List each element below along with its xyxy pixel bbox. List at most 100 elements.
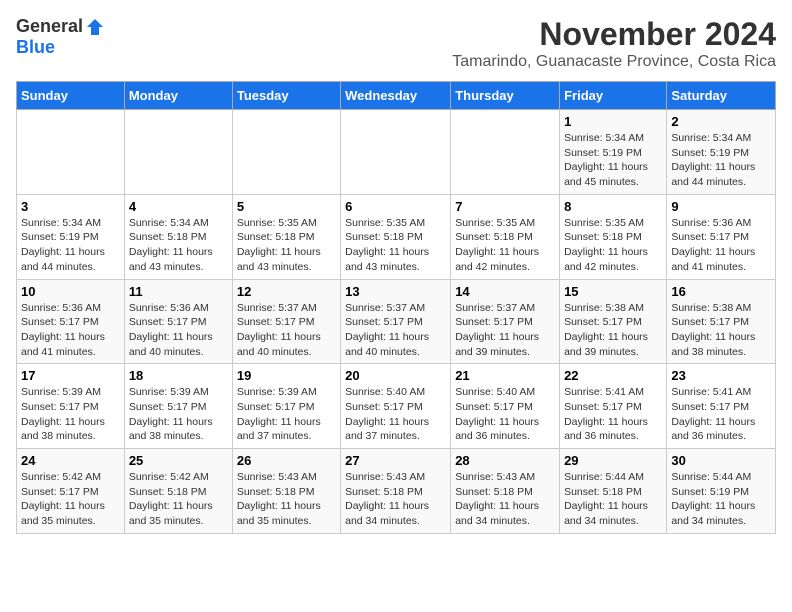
calendar-table: SundayMondayTuesdayWednesdayThursdayFrid… bbox=[16, 81, 776, 534]
day-header-monday: Monday bbox=[124, 82, 232, 110]
day-number: 9 bbox=[671, 199, 771, 214]
day-number: 4 bbox=[129, 199, 228, 214]
calendar-cell: 27 Sunrise: 5:43 AM Sunset: 5:18 PM Dayli… bbox=[341, 449, 451, 534]
day-number: 1 bbox=[564, 114, 662, 129]
day-number: 26 bbox=[237, 453, 336, 468]
day-number: 19 bbox=[237, 368, 336, 383]
day-header-saturday: Saturday bbox=[667, 82, 776, 110]
day-header-thursday: Thursday bbox=[451, 82, 560, 110]
day-info: Sunrise: 5:35 AM Sunset: 5:18 PM Dayligh… bbox=[564, 216, 662, 275]
calendar-cell: 9Sunrise: 5:36 AM Sunset: 5:17 PM Daylig… bbox=[667, 194, 776, 279]
calendar-cell: 2 Sunrise: 5:34 AM Sunset: 5:19 PM Daylig… bbox=[667, 110, 776, 195]
calendar-week-row: 10 Sunrise: 5:36 AM Sunset: 5:17 PM Dayli… bbox=[17, 279, 776, 364]
day-number: 29 bbox=[564, 453, 662, 468]
day-info: Sunrise: 5:38 AM Sunset: 5:17 PM Dayligh… bbox=[671, 301, 771, 360]
calendar-body: 1 Sunrise: 5:34 AM Sunset: 5:19 PM Daylig… bbox=[17, 110, 776, 534]
calendar-cell: 11Sunrise: 5:36 AM Sunset: 5:17 PM Dayli… bbox=[124, 279, 232, 364]
day-info: Sunrise: 5:34 AM Sunset: 5:19 PM Dayligh… bbox=[671, 131, 771, 190]
day-info: Sunrise: 5:35 AM Sunset: 5:18 PM Dayligh… bbox=[455, 216, 555, 275]
header: General Blue November 2024 Tamarindo, Gu… bbox=[16, 16, 776, 71]
calendar-cell: 22 Sunrise: 5:41 AM Sunset: 5:17 PM Dayli… bbox=[560, 364, 667, 449]
day-header-sunday: Sunday bbox=[17, 82, 125, 110]
day-number: 25 bbox=[129, 453, 228, 468]
calendar-cell: 20 Sunrise: 5:40 AM Sunset: 5:17 PM Dayli… bbox=[341, 364, 451, 449]
calendar-week-row: 24Sunrise: 5:42 AM Sunset: 5:17 PM Dayli… bbox=[17, 449, 776, 534]
day-info: Sunrise: 5:42 AM Sunset: 5:18 PM Dayligh… bbox=[129, 470, 228, 529]
day-number: 20 bbox=[345, 368, 446, 383]
calendar-cell: 18 Sunrise: 5:39 AM Sunset: 5:17 PM Dayli… bbox=[124, 364, 232, 449]
calendar-cell: 25 Sunrise: 5:42 AM Sunset: 5:18 PM Dayli… bbox=[124, 449, 232, 534]
month-title: November 2024 bbox=[452, 16, 776, 53]
day-number: 11 bbox=[129, 284, 228, 299]
title-section: November 2024 Tamarindo, Guanacaste Prov… bbox=[452, 16, 776, 71]
calendar-cell: 3Sunrise: 5:34 AM Sunset: 5:19 PM Daylig… bbox=[17, 194, 125, 279]
calendar-cell: 29 Sunrise: 5:44 AM Sunset: 5:18 PM Dayli… bbox=[560, 449, 667, 534]
logo: General Blue bbox=[16, 16, 107, 58]
day-info: Sunrise: 5:34 AM Sunset: 5:19 PM Dayligh… bbox=[564, 131, 662, 190]
day-info: Sunrise: 5:35 AM Sunset: 5:18 PM Dayligh… bbox=[237, 216, 336, 275]
day-info: Sunrise: 5:39 AM Sunset: 5:17 PM Dayligh… bbox=[129, 385, 228, 444]
calendar-cell: 10 Sunrise: 5:36 AM Sunset: 5:17 PM Dayli… bbox=[17, 279, 125, 364]
calendar-cell: 8 Sunrise: 5:35 AM Sunset: 5:18 PM Daylig… bbox=[560, 194, 667, 279]
calendar-cell bbox=[341, 110, 451, 195]
day-number: 27 bbox=[345, 453, 446, 468]
day-header-wednesday: Wednesday bbox=[341, 82, 451, 110]
day-header-friday: Friday bbox=[560, 82, 667, 110]
day-info: Sunrise: 5:43 AM Sunset: 5:18 PM Dayligh… bbox=[455, 470, 555, 529]
day-number: 24 bbox=[21, 453, 120, 468]
calendar-cell: 21 Sunrise: 5:40 AM Sunset: 5:17 PM Dayli… bbox=[451, 364, 560, 449]
logo-blue-text: Blue bbox=[16, 37, 55, 57]
calendar-week-row: 3Sunrise: 5:34 AM Sunset: 5:19 PM Daylig… bbox=[17, 194, 776, 279]
calendar-cell: 5 Sunrise: 5:35 AM Sunset: 5:18 PM Daylig… bbox=[232, 194, 340, 279]
day-info: Sunrise: 5:40 AM Sunset: 5:17 PM Dayligh… bbox=[455, 385, 555, 444]
calendar-cell: 17 Sunrise: 5:39 AM Sunset: 5:17 PM Dayli… bbox=[17, 364, 125, 449]
day-number: 2 bbox=[671, 114, 771, 129]
calendar-week-row: 1 Sunrise: 5:34 AM Sunset: 5:19 PM Daylig… bbox=[17, 110, 776, 195]
day-number: 7 bbox=[455, 199, 555, 214]
logo-general-text: General bbox=[16, 16, 83, 37]
day-number: 13 bbox=[345, 284, 446, 299]
day-header-tuesday: Tuesday bbox=[232, 82, 340, 110]
calendar-cell: 30Sunrise: 5:44 AM Sunset: 5:19 PM Dayli… bbox=[667, 449, 776, 534]
logo-icon bbox=[85, 17, 105, 37]
day-info: Sunrise: 5:37 AM Sunset: 5:17 PM Dayligh… bbox=[345, 301, 446, 360]
day-info: Sunrise: 5:40 AM Sunset: 5:17 PM Dayligh… bbox=[345, 385, 446, 444]
calendar-cell bbox=[124, 110, 232, 195]
day-number: 12 bbox=[237, 284, 336, 299]
day-number: 22 bbox=[564, 368, 662, 383]
calendar-cell: 15Sunrise: 5:38 AM Sunset: 5:17 PM Dayli… bbox=[560, 279, 667, 364]
day-info: Sunrise: 5:34 AM Sunset: 5:18 PM Dayligh… bbox=[129, 216, 228, 275]
day-info: Sunrise: 5:44 AM Sunset: 5:18 PM Dayligh… bbox=[564, 470, 662, 529]
day-number: 16 bbox=[671, 284, 771, 299]
day-number: 17 bbox=[21, 368, 120, 383]
day-info: Sunrise: 5:43 AM Sunset: 5:18 PM Dayligh… bbox=[345, 470, 446, 529]
calendar-cell: 28Sunrise: 5:43 AM Sunset: 5:18 PM Dayli… bbox=[451, 449, 560, 534]
calendar-cell: 26 Sunrise: 5:43 AM Sunset: 5:18 PM Dayli… bbox=[232, 449, 340, 534]
calendar-cell: 13 Sunrise: 5:37 AM Sunset: 5:17 PM Dayli… bbox=[341, 279, 451, 364]
calendar-cell: 6 Sunrise: 5:35 AM Sunset: 5:18 PM Daylig… bbox=[341, 194, 451, 279]
day-info: Sunrise: 5:36 AM Sunset: 5:17 PM Dayligh… bbox=[21, 301, 120, 360]
day-info: Sunrise: 5:41 AM Sunset: 5:17 PM Dayligh… bbox=[564, 385, 662, 444]
calendar-cell: 16 Sunrise: 5:38 AM Sunset: 5:17 PM Dayli… bbox=[667, 279, 776, 364]
day-number: 30 bbox=[671, 453, 771, 468]
day-number: 10 bbox=[21, 284, 120, 299]
calendar-week-row: 17 Sunrise: 5:39 AM Sunset: 5:17 PM Dayli… bbox=[17, 364, 776, 449]
calendar-cell: 7 Sunrise: 5:35 AM Sunset: 5:18 PM Daylig… bbox=[451, 194, 560, 279]
day-number: 8 bbox=[564, 199, 662, 214]
day-number: 5 bbox=[237, 199, 336, 214]
day-info: Sunrise: 5:37 AM Sunset: 5:17 PM Dayligh… bbox=[455, 301, 555, 360]
day-number: 14 bbox=[455, 284, 555, 299]
calendar-cell: 19 Sunrise: 5:39 AM Sunset: 5:17 PM Dayli… bbox=[232, 364, 340, 449]
day-number: 21 bbox=[455, 368, 555, 383]
day-number: 6 bbox=[345, 199, 446, 214]
day-info: Sunrise: 5:41 AM Sunset: 5:17 PM Dayligh… bbox=[671, 385, 771, 444]
day-info: Sunrise: 5:39 AM Sunset: 5:17 PM Dayligh… bbox=[21, 385, 120, 444]
calendar-cell: 1 Sunrise: 5:34 AM Sunset: 5:19 PM Daylig… bbox=[560, 110, 667, 195]
day-info: Sunrise: 5:38 AM Sunset: 5:17 PM Dayligh… bbox=[564, 301, 662, 360]
day-number: 18 bbox=[129, 368, 228, 383]
day-info: Sunrise: 5:39 AM Sunset: 5:17 PM Dayligh… bbox=[237, 385, 336, 444]
calendar-cell: 23Sunrise: 5:41 AM Sunset: 5:17 PM Dayli… bbox=[667, 364, 776, 449]
day-info: Sunrise: 5:43 AM Sunset: 5:18 PM Dayligh… bbox=[237, 470, 336, 529]
day-info: Sunrise: 5:35 AM Sunset: 5:18 PM Dayligh… bbox=[345, 216, 446, 275]
calendar-cell bbox=[17, 110, 125, 195]
